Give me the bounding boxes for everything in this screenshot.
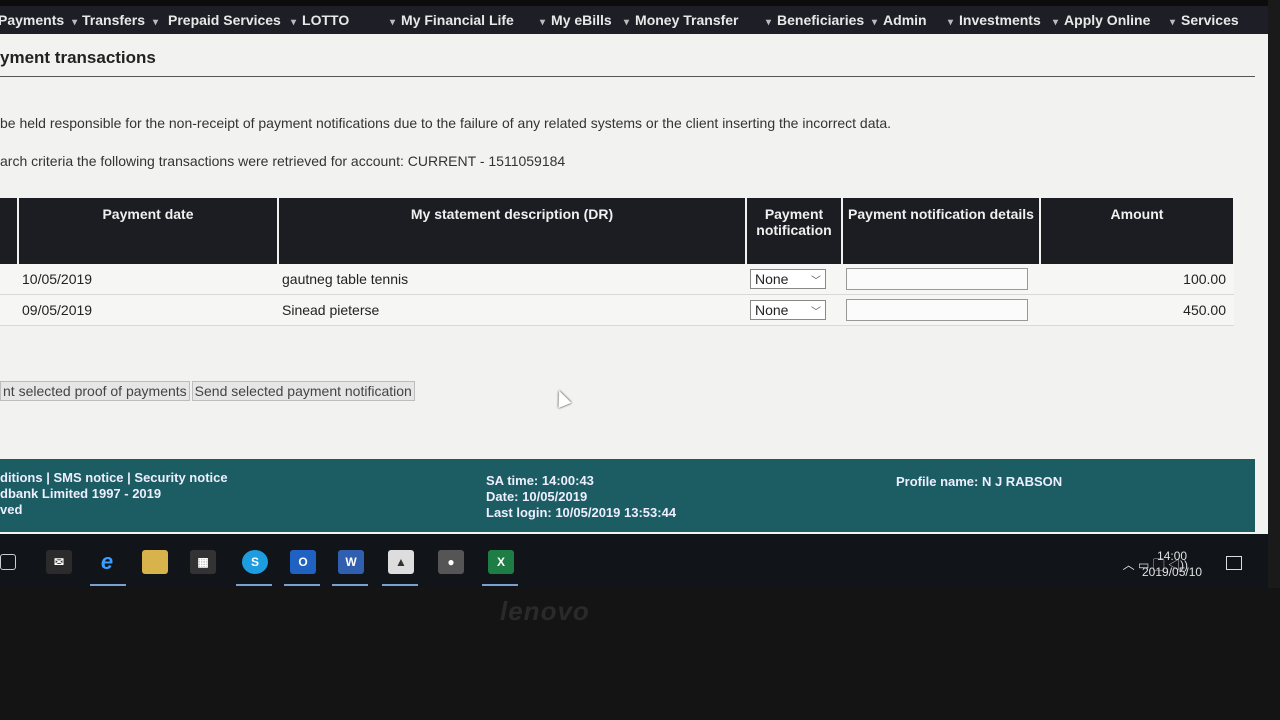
header-amount[interactable]: Amount [1040, 198, 1235, 264]
edge-active-indicator [90, 584, 126, 586]
footer-date: Date: 10/05/2019 [486, 489, 588, 504]
notification-select-value: None [755, 302, 789, 318]
word-active-indicator [332, 584, 368, 586]
header-description[interactable]: My statement description (DR) [278, 198, 747, 264]
outlook-icon[interactable]: O [290, 550, 316, 574]
description-cell: gautneg table tennis [278, 264, 746, 295]
word-icon[interactable]: W [338, 550, 364, 574]
mail-icon[interactable]: ✉ [46, 550, 72, 574]
clock-time: 14:00 [1157, 549, 1188, 563]
notification-cell: None ﹀ [746, 294, 842, 326]
nav-transfers[interactable]: Transfers ▾ [82, 6, 164, 34]
nav-payments[interactable]: Payments ▾ [0, 6, 83, 34]
header-notification-details: Payment notification details [842, 198, 1041, 264]
notification-details-input[interactable] [846, 268, 1028, 290]
table-header-row: Payment date My statement description (D… [0, 198, 1235, 264]
amount-cell: 100.00 [1040, 264, 1234, 295]
skype-icon[interactable]: S [242, 550, 268, 574]
nav-lotto[interactable]: ▾ LOTTO [291, 6, 349, 34]
header-payment-notification: Payment notification [746, 198, 843, 264]
nav-investments[interactable]: ▾ Investments [948, 6, 1041, 34]
notification-cell: None ﹀ [746, 264, 842, 295]
nav-apply-online[interactable]: ▾ Apply Online [1053, 6, 1150, 34]
footer-copyright: dbank Limited 1997 - 2019 [0, 486, 162, 501]
nav-prepaid-services[interactable]: Prepaid Services [168, 6, 281, 34]
transactions-table: Payment date My statement description (D… [0, 198, 1235, 326]
disclaimer-text: be held responsible for the non-receipt … [0, 115, 892, 131]
table-row: 09/05/2019 Sinead pieterse None ﹀ 450.00 [0, 294, 1234, 326]
sa-time: SA time: 14:00:43 [486, 473, 594, 488]
footer-rights: ved [0, 502, 23, 517]
row-select-cell[interactable] [0, 264, 18, 295]
clock-date: 2019/05/10 [1142, 565, 1203, 579]
taskbar-clock[interactable]: 14:00 2019/05/10 [1142, 548, 1202, 580]
action-buttons: nt selected proof of payments Send selec… [0, 381, 415, 401]
header-payment-date[interactable]: Payment date [18, 198, 279, 264]
nav-my-ebills[interactable]: ▾ My eBills [540, 6, 612, 34]
store-icon[interactable]: ▦ [190, 550, 216, 574]
notification-select[interactable]: None ﹀ [750, 269, 826, 289]
profile-name: Profile name: N J RABSON [896, 474, 1063, 489]
notification-details-cell [842, 294, 1040, 326]
skype-active-indicator [236, 584, 272, 586]
search-criteria-text: arch criteria the following transactions… [0, 153, 566, 169]
notification-center-icon[interactable] [1226, 556, 1242, 570]
mouse-cursor-icon [552, 387, 572, 409]
nav-admin[interactable]: ▾ Admin [872, 6, 927, 34]
header-select [0, 198, 19, 264]
amount-cell: 450.00 [1040, 294, 1234, 326]
print-proof-button[interactable]: nt selected proof of payments [0, 381, 190, 401]
app-icon[interactable]: ● [438, 550, 464, 574]
nav-services[interactable]: ▾ Services [1170, 6, 1239, 34]
outlook-active-indicator [284, 584, 320, 586]
nav-money-transfer[interactable]: ▾ Money Transfer [624, 6, 739, 34]
send-notification-button[interactable]: Send selected payment notification [191, 381, 415, 401]
photos-active-indicator [382, 584, 418, 586]
nav-my-financial-life[interactable]: ▾ My Financial Life [390, 6, 514, 34]
notification-select-value: None [755, 271, 789, 287]
description-cell: Sinead pieterse [278, 294, 746, 326]
monitor-frame-edge [1268, 0, 1280, 588]
page-title: yment transactions [0, 48, 156, 67]
footer-links[interactable]: ditions | SMS notice | Security notice [0, 470, 228, 486]
excel-icon[interactable]: X [488, 550, 514, 574]
table-row: 10/05/2019 gautneg table tennis None ﹀ 10… [0, 264, 1234, 295]
main-navigation: Payments ▾ Transfers ▾ Prepaid Services ▾ L… [0, 6, 1268, 34]
excel-active-indicator [482, 584, 518, 586]
payment-date-cell: 09/05/2019 [18, 294, 278, 326]
task-view-icon[interactable] [0, 554, 16, 570]
file-explorer-icon[interactable] [142, 550, 168, 574]
chevron-down-icon: ﹀ [811, 306, 821, 318]
title-divider [0, 76, 1255, 77]
page-footer: ditions | SMS notice | Security notice d… [0, 459, 1255, 532]
row-select-cell[interactable] [0, 294, 18, 326]
monitor-brand-logo: lenovo [500, 596, 590, 626]
chevron-down-icon: ﹀ [811, 275, 821, 287]
edge-icon[interactable]: e [94, 550, 120, 574]
browser-screen: Payments ▾ Transfers ▾ Prepaid Services ▾ L… [0, 0, 1268, 588]
nav-beneficiaries[interactable]: ▾ Beneficiaries [766, 6, 864, 34]
notification-details-input[interactable] [846, 299, 1028, 321]
notification-details-cell [842, 264, 1040, 295]
photos-icon[interactable]: ▲ [388, 550, 414, 574]
last-login: Last login: 10/05/2019 13:53:44 [486, 505, 677, 520]
windows-taskbar: ✉ e ▦ S O W ▲ ● X ︿ ▭ ▢ ◁)) 14:00 2019/0… [0, 534, 1268, 588]
payment-date-cell: 10/05/2019 [18, 264, 278, 295]
notification-select[interactable]: None ﹀ [750, 300, 826, 320]
